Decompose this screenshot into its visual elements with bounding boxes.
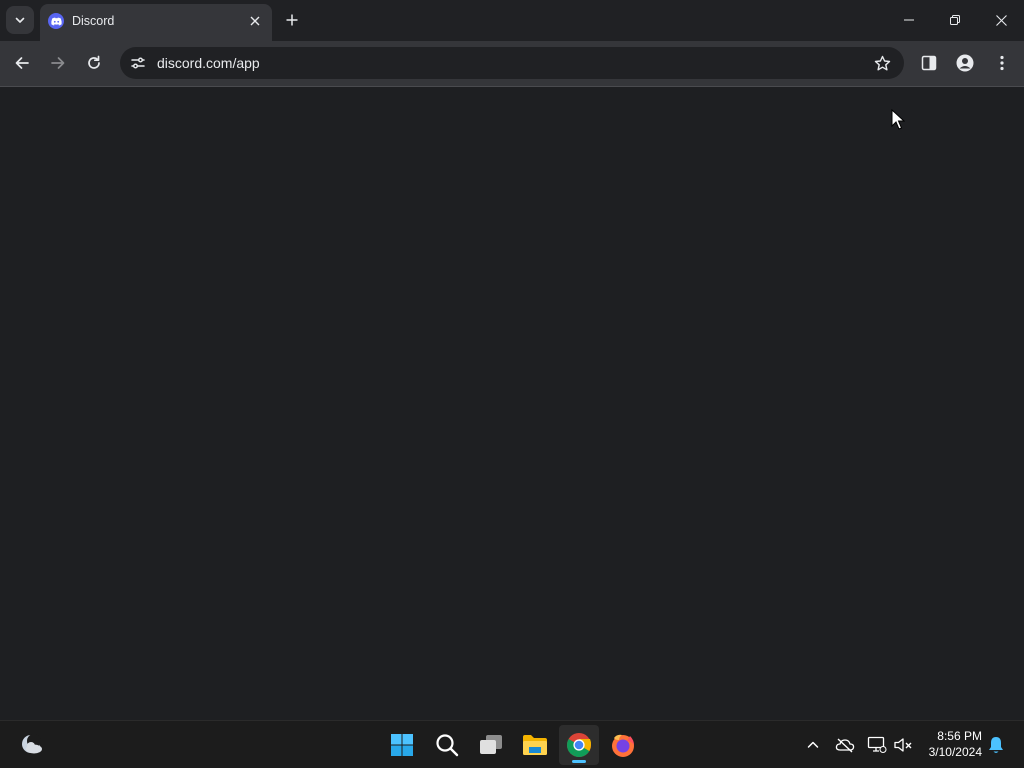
web-page-content[interactable]: [0, 87, 1024, 720]
start-button[interactable]: [382, 725, 422, 765]
arrow-right-icon: [51, 57, 65, 69]
star-icon: [874, 55, 890, 70]
search-button[interactable]: [427, 725, 467, 765]
restore-button[interactable]: [932, 0, 978, 40]
browser-tab[interactable]: Discord: [40, 4, 272, 41]
url-text[interactable]: discord.com/app: [157, 55, 260, 71]
task-view-button[interactable]: [471, 725, 511, 765]
chevron-up-icon: [807, 741, 819, 748]
task-view-icon: [480, 735, 502, 754]
search-icon: [436, 734, 459, 757]
chevron-down-icon: [15, 17, 25, 23]
account-icon: [956, 54, 974, 72]
clock-date: 3/10/2024: [928, 745, 982, 759]
reload-icon: [88, 55, 100, 69]
folder-icon: [523, 735, 547, 755]
site-info-button[interactable]: [126, 51, 150, 75]
weather-cloudy-moon-icon: [22, 734, 42, 754]
notifications-button[interactable]: [985, 734, 1007, 756]
close-window-button[interactable]: [978, 0, 1024, 40]
forward-button[interactable]: [44, 49, 72, 77]
restore-icon: [950, 15, 960, 25]
close-icon: [250, 16, 260, 26]
mouse-cursor-icon: [891, 109, 905, 130]
windows-logo-icon: [391, 734, 413, 756]
more-vertical-icon: [1000, 55, 1004, 71]
tab-strip: Discord: [0, 0, 1024, 41]
tune-icon: [131, 57, 145, 69]
plus-icon: [286, 14, 298, 26]
network-button[interactable]: [866, 734, 888, 756]
volume-button[interactable]: [892, 734, 914, 756]
system-clock[interactable]: 8:56 PM 3/10/2024: [914, 728, 982, 760]
new-tab-button[interactable]: [280, 8, 304, 32]
menu-button[interactable]: [988, 49, 1016, 77]
minimize-icon: [904, 19, 914, 21]
side-panel-button[interactable]: [915, 49, 943, 77]
reload-button[interactable]: [80, 49, 108, 77]
back-button[interactable]: [8, 49, 36, 77]
arrow-left-icon: [15, 57, 29, 69]
widgets-button[interactable]: [12, 725, 52, 765]
browser-toolbar: discord.com/app: [0, 41, 1024, 87]
address-bar[interactable]: discord.com/app: [120, 47, 904, 79]
tab-title: Discord: [72, 14, 115, 28]
firefox-icon: [612, 734, 634, 757]
firefox-taskbar-button[interactable]: [603, 725, 643, 765]
cloud-off-icon: [835, 738, 855, 753]
file-explorer-button[interactable]: [515, 725, 555, 765]
speaker-muted-icon: [894, 738, 912, 752]
bookmark-button[interactable]: [872, 53, 892, 73]
show-hidden-icons-button[interactable]: [802, 734, 824, 756]
chrome-icon: [567, 733, 592, 758]
minimize-button[interactable]: [886, 0, 932, 40]
network-offline-icon: [867, 736, 887, 753]
chrome-taskbar-button[interactable]: [559, 725, 599, 765]
bell-icon: [989, 737, 1003, 753]
tab-close-button[interactable]: [246, 12, 264, 30]
side-panel-icon: [921, 55, 937, 71]
discord-favicon-icon: [48, 13, 64, 29]
close-icon: [995, 14, 1007, 26]
clock-time: 8:56 PM: [937, 729, 982, 743]
tab-search-button[interactable]: [6, 6, 34, 34]
taskbar: 8:56 PM 3/10/2024: [0, 720, 1024, 768]
active-app-indicator: [572, 760, 586, 763]
onedrive-offline-button[interactable]: [834, 734, 856, 756]
profile-button[interactable]: [951, 49, 979, 77]
